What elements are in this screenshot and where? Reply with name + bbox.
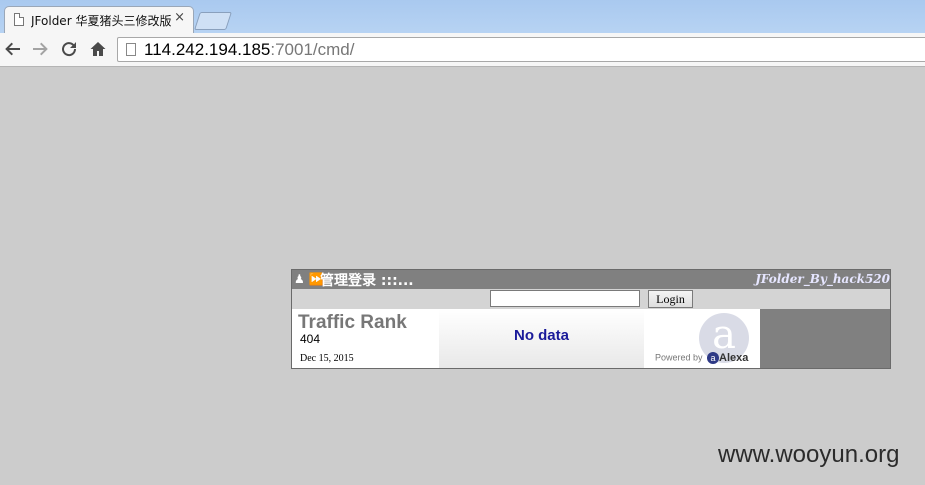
panel-header: ♟ ⏩ 管理登录 :::... JFolder_By_hack520: [292, 270, 890, 289]
url-host: 114.242.194.185: [144, 40, 271, 59]
powered-by: Powered by a Alexa: [655, 352, 748, 364]
alexa-brand: Alexa: [719, 352, 749, 364]
tab-title: JFolder 华夏猪头三修改版: [31, 14, 171, 28]
address-bar[interactable]: 114.242.194.185:7001/cmd/: [117, 37, 925, 62]
login-row: Login: [292, 289, 890, 309]
watermark: www.wooyun.org: [718, 441, 900, 468]
url-path: :7001/cmd/: [270, 40, 355, 59]
new-tab-button[interactable]: [194, 12, 232, 30]
traffic-rank-title: Traffic Rank: [298, 312, 407, 333]
traffic-rank-date: Dec 15, 2015: [300, 353, 354, 364]
login-button[interactable]: Login: [648, 290, 693, 308]
powered-by-label: Powered by: [655, 352, 703, 363]
browser-tab[interactable]: JFolder 华夏猪头三修改版 ×: [4, 6, 194, 33]
home-icon[interactable]: [87, 38, 109, 60]
traffic-rank-value: 404: [300, 332, 321, 346]
url-text[interactable]: 114.242.194.185:7001/cmd/: [144, 40, 354, 60]
login-panel: ♟ ⏩ 管理登录 :::... JFolder_By_hack520 Login…: [291, 269, 891, 369]
brand-label: JFolder_By_hack520: [755, 272, 890, 286]
reload-icon[interactable]: [58, 38, 80, 60]
alexa-widget[interactable]: Traffic Rank 404 Dec 15, 2015 No data a …: [292, 309, 760, 368]
browser-toolbar: 114.242.194.185:7001/cmd/: [0, 33, 925, 67]
page-icon: [126, 43, 136, 56]
no-data-label: No data: [513, 327, 569, 344]
password-input[interactable]: [490, 290, 640, 307]
alexa-mark-icon: a: [707, 352, 720, 364]
forward-arrow-icon[interactable]: [29, 38, 51, 60]
traffic-graph: No data: [439, 309, 644, 368]
page-icon: [14, 13, 24, 26]
back-arrow-icon[interactable]: [2, 38, 24, 60]
tab-strip: JFolder 华夏猪头三修改版 ×: [0, 0, 925, 33]
panel-title: 管理登录 :::...: [320, 273, 414, 289]
close-tab-icon[interactable]: ×: [174, 11, 185, 24]
